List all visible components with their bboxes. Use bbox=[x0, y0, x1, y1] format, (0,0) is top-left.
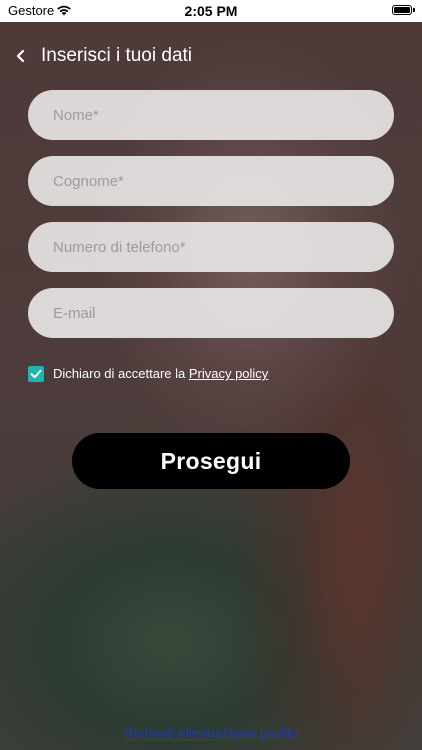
email-field[interactable] bbox=[28, 288, 394, 338]
page-title: Inserisci i tuoi dati bbox=[41, 45, 193, 66]
first-name-input[interactable] bbox=[53, 90, 373, 140]
continue-button[interactable]: Prosegui bbox=[72, 433, 350, 489]
consent-label: Dichiaro di accettare la Privacy policy bbox=[53, 366, 268, 381]
consent-text: Dichiaro di accettare la bbox=[53, 366, 189, 381]
status-bar: Gestore 2:05 PM bbox=[0, 0, 422, 22]
email-input[interactable] bbox=[53, 288, 373, 338]
first-name-field[interactable] bbox=[28, 90, 394, 140]
battery-icon bbox=[392, 5, 415, 15]
checkmark-icon bbox=[30, 369, 42, 379]
phone-input[interactable] bbox=[53, 222, 373, 272]
privacy-consent: Dichiaro di accettare la Privacy policy bbox=[28, 365, 408, 385]
clock: 2:05 PM bbox=[184, 3, 238, 19]
phone-field[interactable] bbox=[28, 222, 394, 272]
last-name-input[interactable] bbox=[53, 156, 373, 206]
delete-profile-link[interactable]: Richiedi eliminazione profilo bbox=[0, 725, 422, 741]
header: Inserisci i tuoi dati bbox=[0, 40, 422, 74]
privacy-checkbox[interactable] bbox=[28, 366, 44, 382]
privacy-policy-link[interactable]: Privacy policy bbox=[189, 366, 268, 381]
last-name-field[interactable] bbox=[28, 156, 394, 206]
chevron-left-icon[interactable] bbox=[14, 48, 28, 64]
